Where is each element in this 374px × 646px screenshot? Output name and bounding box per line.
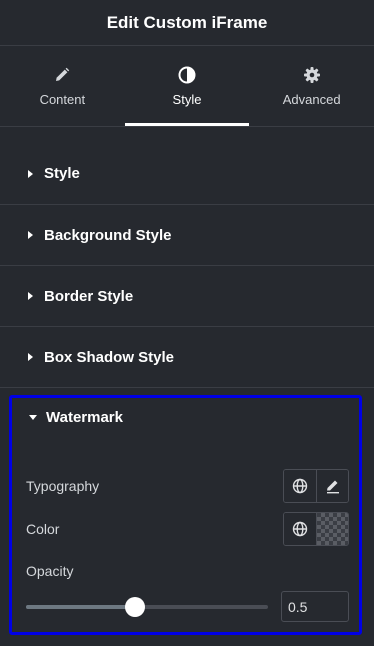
- caret-right-icon: [28, 169, 33, 178]
- color-label: Color: [26, 521, 60, 537]
- tab-advanced-label: Advanced: [282, 91, 341, 107]
- caret-right-icon: [28, 292, 33, 300]
- globe-icon: [292, 478, 308, 494]
- caret-down-icon: [29, 414, 37, 420]
- caret-right-icon: [28, 353, 33, 361]
- watermark-header[interactable]: Watermark: [12, 398, 359, 436]
- page-title: Edit Custom iFrame: [106, 12, 268, 32]
- section-style[interactable]: Style: [0, 127, 374, 205]
- watermark-section: Watermark Typography Color Opacity: [9, 395, 362, 635]
- typography-label: Typography: [26, 478, 100, 494]
- opacity-input[interactable]: [281, 591, 349, 622]
- pencil-icon: [326, 480, 339, 494]
- global-typography-button[interactable]: [284, 470, 316, 502]
- edit-typography-button[interactable]: [316, 470, 348, 502]
- global-color-button[interactable]: [284, 513, 316, 545]
- opacity-slider-thumb[interactable]: [124, 597, 145, 617]
- color-row: Color: [26, 512, 349, 546]
- gear-icon: [303, 66, 321, 84]
- typography-row: Typography: [26, 469, 349, 503]
- tab-content[interactable]: Content: [0, 46, 125, 126]
- opacity-slider[interactable]: [26, 597, 268, 617]
- pencil-icon: [53, 66, 71, 84]
- typography-controls: [283, 469, 349, 503]
- panel-header: Edit Custom iFrame: [0, 0, 374, 46]
- section-box-shadow-style[interactable]: Box Shadow Style: [0, 327, 374, 388]
- tab-style-label: Style: [172, 91, 202, 107]
- tab-advanced[interactable]: Advanced: [249, 46, 374, 126]
- section-title: Box Shadow Style: [44, 348, 175, 366]
- tab-style[interactable]: Style: [124, 46, 250, 126]
- section-background-style[interactable]: Background Style: [0, 205, 374, 266]
- section-title: Border Style: [44, 287, 134, 305]
- section-title: Background Style: [44, 226, 172, 244]
- color-picker-swatch[interactable]: [316, 513, 348, 545]
- section-border-style[interactable]: Border Style: [0, 266, 374, 327]
- section-title: Style: [44, 165, 80, 182]
- globe-icon: [292, 521, 308, 537]
- opacity-slider-fill: [26, 605, 135, 609]
- color-controls: [283, 512, 349, 546]
- tab-content-label: Content: [39, 91, 86, 107]
- section-title: Watermark: [46, 408, 123, 426]
- opacity-label: Opacity: [26, 563, 74, 579]
- tab-bar: Content Style Advanced: [0, 46, 374, 127]
- half-circle-icon: [178, 66, 196, 84]
- caret-right-icon: [28, 231, 33, 239]
